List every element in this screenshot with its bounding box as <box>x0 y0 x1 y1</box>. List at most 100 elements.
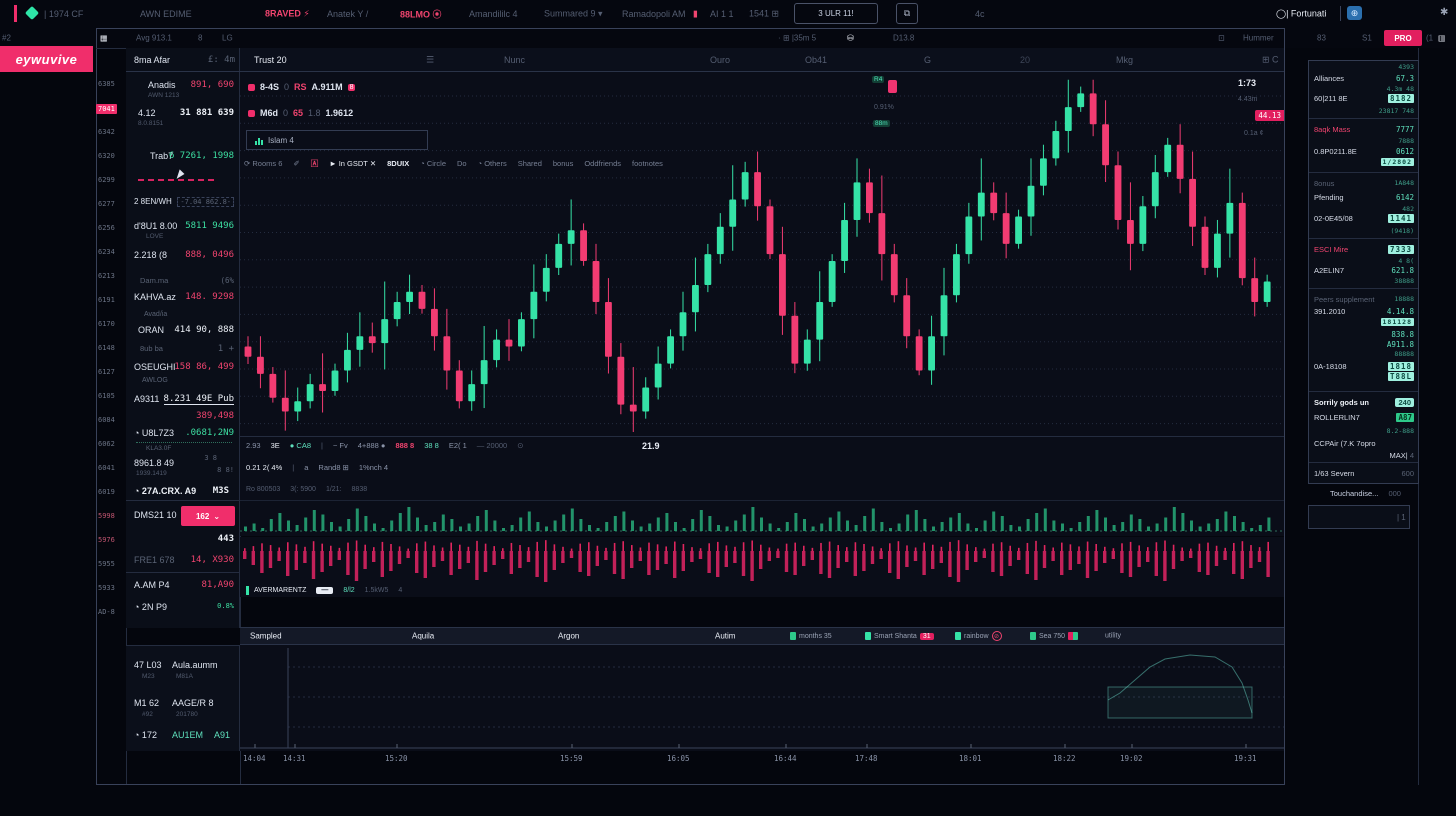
ob-row[interactable]: 0A-18108 1818 T88L <box>1314 362 1414 381</box>
legend-chip-label: rainbow <box>964 633 989 640</box>
instrument-name[interactable]: ◔ 27A.CRX. A9 <box>134 486 196 496</box>
volume-histogram-red[interactable] <box>240 537 1284 583</box>
ob-value: 1A848 <box>1394 179 1414 187</box>
time-axis-label: 14:04 <box>243 754 266 763</box>
tab-faint[interactable]: 20 <box>1020 55 1030 65</box>
tool-bonus[interactable]: bonus <box>553 159 573 168</box>
tool-pen[interactable]: ✐ <box>293 159 299 168</box>
sidebar-tab-b3[interactable]: 83 <box>1317 34 1326 43</box>
menu-1541[interactable]: 1541 ⊞ <box>749 9 779 20</box>
sidebar-tab-s1[interactable]: S1 <box>1362 34 1372 43</box>
indicator-frame[interactable]: Islam 4 <box>246 130 428 150</box>
tool-bduix[interactable]: 8DUIX <box>387 159 409 168</box>
ob-row[interactable]: 8aqk Mass7777 <box>1314 125 1414 134</box>
ob-row[interactable]: ROLLERLIN7A87 <box>1314 413 1414 422</box>
tool-footnotes[interactable]: footnotes <box>632 159 663 168</box>
ind-sep: | <box>321 441 323 450</box>
price-ladder-value: 6299 <box>98 176 115 184</box>
tab-ob41[interactable]: Ob41 <box>805 55 827 65</box>
chat-icon[interactable]: ▥ <box>1438 34 1446 43</box>
symbol-name[interactable]: M6d <box>260 108 278 118</box>
sidebar-search-input[interactable] <box>1309 512 1397 523</box>
menu-braved[interactable]: 8RAVED ⚡ <box>265 9 310 20</box>
menu-ramadopoli[interactable]: Ramadopoli AM <box>622 9 686 19</box>
ob-row[interactable]: 1/63 Severn600 <box>1314 469 1414 478</box>
instrument-name[interactable]: Anadis <box>148 80 176 90</box>
menu-amandililc[interactable]: Amandililc 4 <box>469 9 518 19</box>
instrument-name[interactable]: 8ub ba <box>140 344 163 353</box>
menu-awn-edime[interactable]: AWN EDIME <box>140 9 192 19</box>
alert-dot-icon <box>248 84 255 91</box>
ob-row[interactable]: 60|211 8E8182 <box>1314 94 1414 103</box>
menu-anatek[interactable]: Anatek Y / <box>327 9 368 19</box>
instrument-name[interactable]: KAHVA.az <box>134 292 176 302</box>
ob-row[interactable]: A2ELIN7621.8 <box>1314 266 1414 275</box>
layout-icons[interactable]: ⊞ C <box>1262 54 1279 65</box>
symbol-sep: 0 <box>283 108 288 118</box>
tool-others[interactable]: ◔ Others <box>478 159 507 168</box>
ob-row[interactable]: CCPAir (7.K 7opro <box>1314 439 1414 448</box>
tool-gsdt[interactable]: ► In GSDT ✕ <box>329 159 376 168</box>
legend-chip-utility[interactable]: utility <box>1105 633 1121 640</box>
tab-mkg[interactable]: Mkg <box>1116 55 1133 65</box>
instrument-name[interactable]: A9311 <box>134 394 159 404</box>
clipboard-icon[interactable]: ⧉ <box>896 3 918 24</box>
tool-rooms[interactable]: ⟳ Rooms 6 <box>244 159 282 168</box>
col-autim[interactable]: Autim <box>715 632 735 641</box>
legend-chip-rainbow[interactable]: rainbow ⊘ <box>955 631 1002 641</box>
ob-row[interactable]: 391.20104.14.8 <box>1314 307 1414 316</box>
volume-histogram-green[interactable] <box>240 500 1284 536</box>
instrument-name[interactable]: 2 8EN/WH <box>134 197 172 206</box>
ulr-button[interactable]: 3 ULR 11! <box>794 3 878 24</box>
tool-oddfriends[interactable]: Oddfriends <box>584 159 621 168</box>
instrument-name[interactable]: 4.12 <box>138 108 156 118</box>
order-marker[interactable] <box>888 80 897 93</box>
globe-icon[interactable]: ⊕ <box>1347 6 1362 20</box>
legend-chip-sea[interactable]: Sea 750 <box>1030 632 1078 640</box>
ob-row[interactable]: 0.8P0211.8E0612 <box>1314 147 1414 156</box>
cell: Aula.aumm <box>172 660 218 670</box>
menu-belmo[interactable]: 88LMO ⦿ <box>400 8 442 21</box>
instrument-name[interactable]: OSEUGHI <box>134 362 176 372</box>
tab-nunc[interactable]: Nunc <box>504 55 525 65</box>
buy-button[interactable]: 162⌄ <box>181 506 235 526</box>
instrument-name[interactable]: d'8U1 8.00 <box>134 221 177 231</box>
touch-row[interactable]: Touchandise... 000 <box>1330 489 1401 498</box>
candlestick-chart[interactable]: 8-4S 0 RS A.911M 8 M6d 0 65 1.8 1.9612 I… <box>240 72 1284 436</box>
instrument-field[interactable]: 8.231 49E Pub <box>164 394 234 405</box>
col-aquila[interactable]: Aquila <box>412 632 434 641</box>
histogram-chip[interactable]: — <box>316 587 333 594</box>
instrument-name[interactable]: ORAN <box>138 325 164 335</box>
snowflake-icon[interactable]: ✱ <box>1440 7 1448 18</box>
instrument-name[interactable]: 2.218 (8 <box>134 250 167 260</box>
legend-chip-months[interactable]: months 35 <box>790 632 832 640</box>
menu-summared[interactable]: Summared 9 ▾ <box>544 9 603 20</box>
instrument-name[interactable]: 8961.8 49 <box>134 458 174 468</box>
ob-row[interactable]: Pfending6142 <box>1314 193 1414 202</box>
symbol-name[interactable]: 8-4S <box>260 82 279 92</box>
menu-icon[interactable]: ☰ <box>426 54 434 65</box>
ob-row[interactable]: 02-0E45/081141 <box>1314 214 1414 223</box>
account-fortunati[interactable]: ◯| Fortunati <box>1276 9 1326 20</box>
tool-do[interactable]: Do <box>457 159 467 168</box>
ob-row[interactable]: Alliances67.3 <box>1314 74 1414 83</box>
pro-button[interactable]: PRO <box>1384 30 1422 46</box>
ob-row[interactable]: Sorrily gods un240 <box>1314 398 1414 407</box>
mini-bars-icon <box>255 136 263 145</box>
instrument-name[interactable]: Dam.ma <box>140 276 168 285</box>
menu-ai[interactable]: AI 1 1 <box>710 9 734 19</box>
tool-a-chip[interactable]: 🄰 <box>311 159 319 168</box>
col-argon[interactable]: Argon <box>558 632 579 641</box>
depth-subchart[interactable] <box>240 645 1284 751</box>
ob-row[interactable]: ESCI Mire7333 <box>1314 245 1414 254</box>
col-sampled[interactable]: Sampled <box>250 632 282 641</box>
tool-circle[interactable]: ◔ Circle <box>420 159 446 168</box>
brand-logo[interactable]: eywuvive <box>0 46 93 72</box>
legend-chip-smart-shanta[interactable]: Smart Shanta 31 <box>865 632 934 640</box>
instrument-name[interactable]: ◔ U8L7Z3 <box>134 428 174 438</box>
tab-g[interactable]: G <box>924 55 931 65</box>
tab-ouro[interactable]: Ouro <box>710 55 730 65</box>
tab-trust20[interactable]: Trust 20 <box>254 55 287 65</box>
price-ladder[interactable]: 6385704163426320629962776256623462136191… <box>96 80 126 640</box>
tool-shared[interactable]: Shared <box>518 159 542 168</box>
